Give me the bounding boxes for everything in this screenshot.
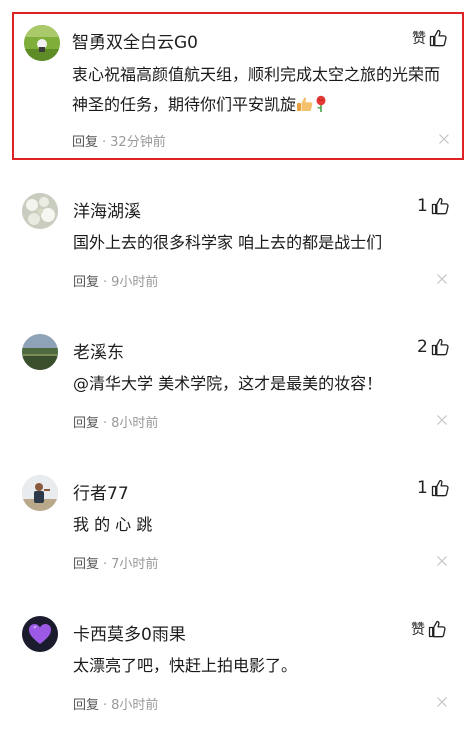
close-icon[interactable] (436, 696, 448, 708)
close-icon[interactable] (438, 133, 450, 145)
comment-meta: 回复 · 8小时前 (73, 694, 158, 713)
close-icon[interactable] (436, 414, 448, 426)
rose-emoji-icon (316, 95, 326, 112)
separator-dot: · (103, 557, 108, 572)
reply-button[interactable]: 回复 (73, 416, 99, 431)
field-landscape-avatar-icon (22, 334, 58, 370)
thumbs-up-icon (431, 197, 449, 215)
like-button[interactable]: 1 (417, 478, 450, 498)
timestamp: 7小时前 (111, 557, 159, 572)
reply-button[interactable]: 回复 (73, 698, 99, 713)
close-icon[interactable] (436, 555, 448, 567)
like-count: 2 (417, 337, 428, 357)
avatar[interactable] (24, 25, 60, 61)
timestamp: 9小时前 (111, 275, 159, 290)
separator-dot: · (103, 698, 108, 713)
comment-meta: 回复 · 9小时前 (73, 271, 158, 290)
avatar[interactable] (22, 334, 58, 370)
separator-dot: · (103, 275, 108, 290)
comment-text: 衷心祝福高颜值航天组，顺利完成太空之旅的光荣而神圣的任务，期待你们平安凯旋 (72, 60, 452, 120)
avatar[interactable] (22, 193, 58, 229)
timestamp: 32分钟前 (110, 135, 166, 150)
like-count: 1 (417, 196, 428, 216)
comment-meta: 回复 · 32分钟前 (72, 131, 166, 150)
like-button[interactable]: 赞 (412, 28, 448, 48)
comment-meta: 回复 · 7小时前 (73, 553, 158, 572)
like-button[interactable]: 1 (417, 196, 450, 216)
thumbs-up-icon (429, 29, 447, 47)
separator-dot: · (102, 135, 107, 150)
white-flowers-avatar-icon (22, 193, 58, 229)
purple-heart-avatar-icon (22, 616, 58, 652)
comment-text: 太漂亮了吧，快赶上拍电影了。 (73, 656, 298, 675)
thumbs-up-icon (431, 338, 449, 356)
thumbs-up-icon (431, 479, 449, 497)
reply-button[interactable]: 回复 (73, 557, 99, 572)
person-photo-avatar-icon (22, 475, 58, 511)
like-label: 赞 (411, 622, 425, 638)
comment-list: 智勇双全白云G0 赞 衷心祝福高颜值航天组，顺利完成太空之旅的光荣而神圣的任务，… (0, 0, 476, 739)
username[interactable]: 行者77 (73, 479, 129, 504)
comment-text: 国外上去的很多科学家 咱上去的都是战士们 (73, 233, 383, 252)
avatar[interactable] (22, 475, 58, 511)
close-icon[interactable] (436, 273, 448, 285)
like-label: 赞 (412, 31, 426, 47)
like-button[interactable]: 赞 (411, 619, 447, 639)
separator-dot: · (103, 416, 108, 431)
timestamp: 8小时前 (111, 698, 159, 713)
comment-text-content: 衷心祝福高颜值航天组，顺利完成太空之旅的光荣而神圣的任务，期待你们平安凯旋 (72, 65, 441, 114)
comment-item: 行者77 1 我 的 心 跳 回复 · 7小时前 (0, 458, 476, 598)
username[interactable]: 卡西莫多0雨果 (73, 620, 186, 645)
thumbs-up-emoji-icon (297, 97, 313, 111)
reply-button[interactable]: 回复 (72, 135, 98, 150)
grass-landscape-avatar-icon (24, 25, 60, 61)
username[interactable]: 老溪东 (73, 338, 124, 363)
avatar[interactable] (22, 616, 58, 652)
comment-text: @清华大学 美术学院，这才是最美的妆容！ (73, 374, 383, 393)
like-button[interactable]: 2 (417, 337, 450, 357)
comment-item: 卡西莫多0雨果 赞 太漂亮了吧，快赶上拍电影了。 回复 · 8小时前 (0, 599, 476, 739)
reply-button[interactable]: 回复 (73, 275, 99, 290)
thumbs-up-icon (428, 620, 446, 638)
comment-item-highlighted: 智勇双全白云G0 赞 衷心祝福高颜值航天组，顺利完成太空之旅的光荣而神圣的任务，… (12, 12, 464, 160)
username[interactable]: 洋海湖溪 (73, 197, 141, 222)
comment-item: 洋海湖溪 1 国外上去的很多科学家 咱上去的都是战士们 回复 · 9小时前 (0, 176, 476, 316)
username[interactable]: 智勇双全白云G0 (72, 28, 198, 53)
timestamp: 8小时前 (111, 416, 159, 431)
comment-meta: 回复 · 8小时前 (73, 412, 158, 431)
comment-text: 我 的 心 跳 (73, 515, 153, 534)
like-count: 1 (417, 478, 428, 498)
comment-item: 老溪东 2 @清华大学 美术学院，这才是最美的妆容！ 回复 · 8小时前 (0, 317, 476, 457)
